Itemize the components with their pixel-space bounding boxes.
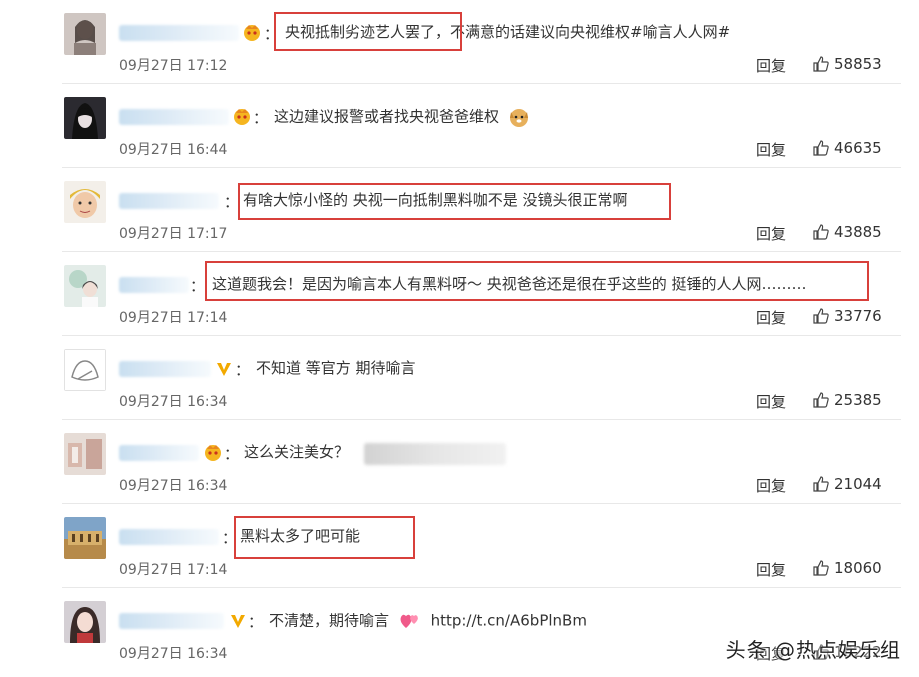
comment-item: ： 黑料太多了吧可能 09月27日 17:14 回复 18060 — [0, 504, 919, 588]
like-button[interactable]: 25385 — [812, 391, 882, 409]
username[interactable] — [119, 361, 211, 377]
comment-item: ： 这么关注美女？ 09月27日 16:34 回复 21044 — [0, 420, 919, 504]
highlight-box — [205, 261, 869, 301]
thumbs-up-icon — [813, 560, 829, 576]
colon: ： — [190, 277, 206, 295]
like-button[interactable]: 21044 — [812, 475, 882, 493]
timestamp: 09月27日 16:44 — [119, 142, 228, 158]
vip-badge-icon — [228, 610, 248, 630]
like-count: 18060 — [834, 559, 882, 577]
reply-button[interactable]: 回复 — [756, 391, 786, 412]
like-count: 58853 — [834, 55, 882, 73]
highlight-box — [274, 12, 462, 51]
colon: ： — [224, 445, 240, 463]
hearts-emoji-icon — [400, 614, 418, 628]
comment-item: ： 不知道 等官方 期待喻言 09月27日 16:34 回复 25385 — [0, 336, 919, 420]
comment-item: ： 这道题我会！是因为喻言本人有黑料呀～ 央视爸爸还是很在乎这些的 挺锤的人人网… — [0, 252, 919, 336]
highlight-box — [238, 183, 671, 220]
thumbs-up-icon — [813, 308, 829, 324]
comment-text: 这么关注美女？ — [244, 443, 350, 461]
like-count: 33776 — [834, 307, 882, 325]
like-count: 46635 — [834, 139, 882, 157]
username[interactable] — [119, 529, 219, 545]
timestamp: 09月27日 16:34 — [119, 646, 228, 662]
thumbs-up-icon — [813, 56, 829, 72]
vip-badge-icon — [214, 358, 234, 378]
watermark: 头条 @热点娱乐组 — [725, 638, 901, 662]
username[interactable] — [119, 445, 199, 461]
comment-text: 不知道 等官方 期待喻言 — [256, 359, 416, 377]
timestamp: 09月27日 17:17 — [119, 226, 228, 242]
crown-badge-icon — [203, 442, 223, 462]
colon: ： — [235, 361, 251, 379]
like-button[interactable]: 33776 — [812, 307, 882, 325]
reply-button[interactable]: 回复 — [756, 559, 786, 580]
comment-text: 这边建议报警或者找央视爸爸维权 — [274, 106, 530, 128]
thumbs-up-icon — [813, 140, 829, 156]
timestamp: 09月27日 16:34 — [119, 394, 228, 410]
like-count: 25385 — [834, 391, 882, 409]
avatar[interactable] — [64, 517, 106, 559]
timestamp: 09月27日 17:14 — [119, 562, 228, 578]
avatar[interactable] — [64, 433, 106, 475]
reply-button[interactable]: 回复 — [756, 139, 786, 160]
highlight-box — [234, 516, 415, 559]
blurred-image — [364, 443, 506, 465]
comment-list: ： 央视抵制劣迹艺人罢了，不满意的话建议向央视维权#喻言人人网# 09月27日 … — [0, 0, 919, 677]
avatar[interactable] — [64, 97, 106, 139]
reply-button[interactable]: 回复 — [756, 223, 786, 244]
avatar[interactable] — [64, 601, 106, 643]
reply-button[interactable]: 回复 — [756, 55, 786, 76]
thumbs-up-icon — [813, 476, 829, 492]
like-button[interactable]: 46635 — [812, 139, 882, 157]
username[interactable] — [119, 109, 229, 125]
comment-item: ： 央视抵制劣迹艺人罢了，不满意的话建议向央视维权#喻言人人网# 09月27日 … — [0, 0, 919, 84]
colon: ： — [224, 193, 240, 211]
username[interactable] — [119, 613, 224, 629]
thumbs-up-icon — [813, 392, 829, 408]
comment-text: 不清楚，期待喻言 http://t.cn/A6bPlnBm — [269, 610, 587, 632]
doge-emoji-icon — [509, 109, 528, 127]
like-count: 43885 — [834, 223, 882, 241]
comment-item: ： 这边建议报警或者找央视爸爸维权 09月27日 16:44 回复 46635 — [0, 84, 919, 168]
username[interactable] — [119, 277, 189, 293]
comment-body: 这边建议报警或者找央视爸爸维权 — [274, 107, 500, 126]
crown-badge-icon — [242, 22, 262, 42]
crown-badge-icon — [232, 106, 252, 126]
timestamp: 09月27日 17:14 — [119, 310, 228, 326]
avatar[interactable] — [64, 181, 106, 223]
comment-body: 不清楚，期待喻言 — [269, 611, 390, 630]
like-button[interactable]: 18060 — [812, 559, 882, 577]
colon: ： — [253, 109, 269, 127]
username[interactable] — [119, 25, 239, 41]
avatar[interactable] — [64, 265, 106, 307]
colon: ： — [248, 613, 264, 631]
avatar[interactable] — [64, 13, 106, 55]
timestamp: 09月27日 16:34 — [119, 478, 228, 494]
timestamp: 09月27日 17:12 — [119, 58, 228, 74]
like-count: 21044 — [834, 475, 882, 493]
like-button[interactable]: 43885 — [812, 223, 882, 241]
avatar[interactable] — [64, 349, 106, 391]
short-link[interactable]: http://t.cn/A6bPlnBm — [431, 612, 587, 630]
reply-button[interactable]: 回复 — [756, 475, 786, 496]
like-button[interactable]: 58853 — [812, 55, 882, 73]
username[interactable] — [119, 193, 219, 209]
thumbs-up-icon — [813, 224, 829, 240]
reply-button[interactable]: 回复 — [756, 307, 786, 328]
comment-item: ： 有啥大惊小怪的 央视一向抵制黑料咖不是 没镜头很正常啊 09月27日 17:… — [0, 168, 919, 252]
